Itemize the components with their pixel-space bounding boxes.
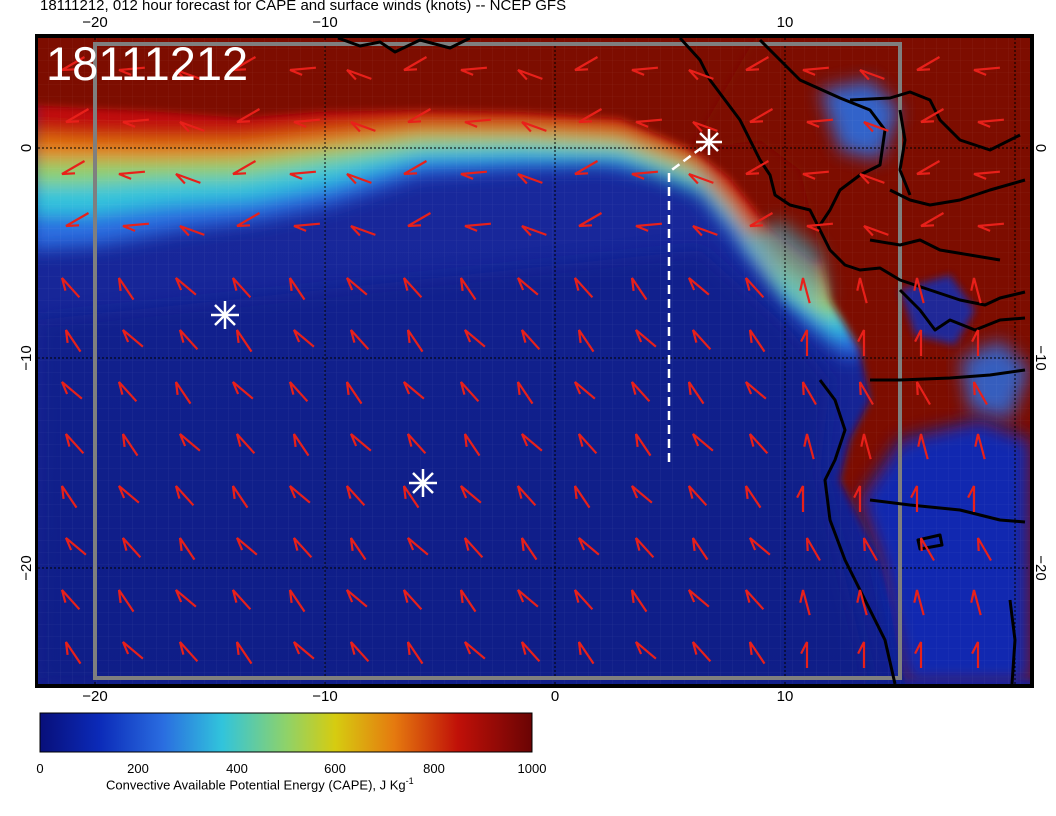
colorbar: 0 200 400 600 800 1000: [36, 712, 547, 776]
colorbar-tick-1000: 1000: [518, 761, 547, 776]
marker-asterisk-2: [211, 301, 239, 329]
y-tick-left-2: −10: [18, 345, 35, 370]
colorbar-tick-600: 600: [324, 761, 346, 776]
colorbar-title-text: Convective Available Potential Energy (C…: [106, 777, 406, 793]
y-tick-right-3: −20: [1032, 555, 1049, 580]
y-tick-left-3: −20: [18, 555, 35, 580]
colorbar-tick-800: 800: [423, 761, 445, 776]
x-axis-bottom: −20 −10 0 10: [82, 688, 793, 705]
y-axis-right: 0 −10 −20: [1032, 144, 1049, 581]
colorbar-ramp: [39, 712, 533, 753]
colorbar-tick-0: 0: [36, 761, 43, 776]
map-field: [38, 38, 1030, 684]
y-axis-left: 0 −10 −20: [18, 144, 35, 581]
cape-wind-map: 18111212 −20 −10 10 −20 −10 0 10 0 −10 −…: [18, 14, 1049, 776]
colorbar-tick-200: 200: [127, 761, 149, 776]
colorbar-tick-400: 400: [226, 761, 248, 776]
x-tick-bottom-1: −20: [82, 688, 107, 705]
y-tick-right-2: −10: [1032, 345, 1049, 370]
y-tick-right-1: 0: [1032, 144, 1049, 152]
colorbar-title: Convective Available Potential Energy (C…: [106, 776, 414, 792]
x-tick-top-1: −20: [82, 14, 107, 31]
x-tick-bottom-2: −10: [312, 688, 337, 705]
x-tick-top-2: −10: [312, 14, 337, 31]
colorbar-title-exponent: -1: [405, 776, 414, 786]
y-tick-left-1: 0: [18, 144, 35, 152]
marker-asterisk-3: [409, 469, 437, 497]
x-tick-top-4: 10: [777, 14, 794, 31]
run-stamp: 18111212: [46, 37, 248, 90]
x-axis-top: −20 −10 10: [82, 14, 793, 31]
x-tick-bottom-4: 10: [777, 688, 794, 705]
x-tick-bottom-3: 0: [551, 688, 559, 705]
